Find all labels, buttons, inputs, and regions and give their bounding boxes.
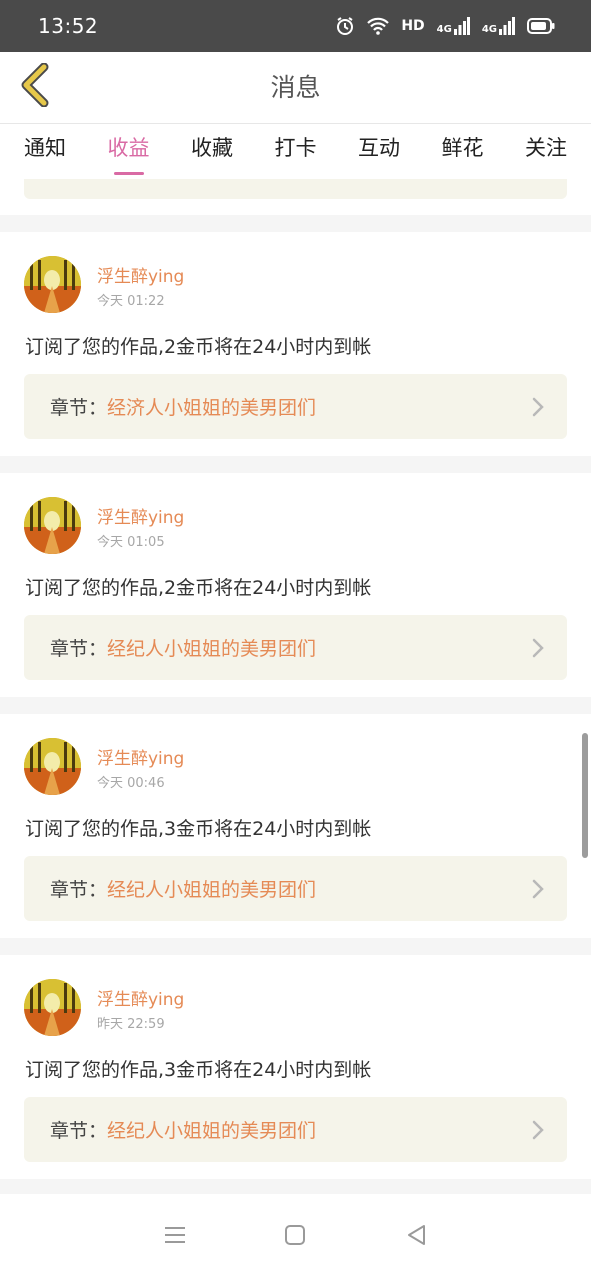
system-back-button[interactable]: [386, 1207, 446, 1267]
chapter-name: 经纪人小姐姐的美男团们: [107, 638, 317, 660]
tab-interaction[interactable]: 互动: [358, 124, 400, 179]
signal-label: 4G: [436, 24, 452, 35]
message-text: 订阅了您的作品,3金币将在24小时内到帐: [25, 818, 372, 840]
avatar[interactable]: [24, 497, 81, 554]
chapter-label: 章节：: [50, 638, 108, 660]
message-time: 今天 01:22: [97, 294, 165, 309]
tab-earnings[interactable]: 收益: [108, 124, 150, 179]
message-list[interactable]: 浮生醉ying 今天 01:22 订阅了您的作品,2金币将在24小时内到帐 章节…: [0, 179, 591, 1194]
chapter-box-partial[interactable]: [24, 179, 567, 199]
app-header: 消息: [0, 52, 591, 124]
chevron-right-icon: [531, 1119, 545, 1145]
message-time: 今天 00:46: [97, 776, 165, 791]
chapter-label: 章节：: [50, 1120, 108, 1142]
chevron-right-icon: [531, 396, 545, 422]
network-label: HD: [401, 18, 425, 34]
chapter-link[interactable]: 章节： 经纪人小姐姐的美男团们: [24, 856, 567, 921]
tab-notification[interactable]: 通知: [24, 124, 66, 179]
message-time: 昨天 22:59: [97, 1017, 165, 1032]
menu-button[interactable]: [145, 1207, 205, 1267]
tab-checkin[interactable]: 打卡: [275, 124, 317, 179]
status-icons: HD 4G 4G: [335, 16, 555, 36]
tab-favorites[interactable]: 收藏: [191, 124, 233, 179]
list-item: 浮生醉ying 昨天 22:59 订阅了您的作品,3金币将在24小时内到帐 章节…: [0, 955, 591, 1179]
message-text: 订阅了您的作品,2金币将在24小时内到帐: [25, 577, 372, 599]
signal-icon: 4G: [437, 17, 470, 35]
list-item: 浮生醉ying 今天 00:46 订阅了您的作品,3金币将在24小时内到帐 章节…: [0, 714, 591, 938]
list-item: 浮生醉ying 今天 01:05 订阅了您的作品,2金币将在24小时内到帐 章节…: [0, 473, 591, 697]
page-title: 消息: [270, 73, 321, 102]
message-text: 订阅了您的作品,2金币将在24小时内到帐: [25, 336, 372, 358]
status-time: 13:52: [38, 14, 99, 38]
signal-label: 4G: [481, 24, 497, 35]
list-item-partial: [0, 179, 591, 215]
chapter-link[interactable]: 章节： 经纪人小姐姐的美男团们: [24, 1097, 567, 1162]
alarm-icon: [335, 16, 355, 36]
home-button[interactable]: [265, 1207, 325, 1267]
menu-icon: [163, 1225, 187, 1249]
chevron-right-icon: [531, 878, 545, 904]
username[interactable]: 浮生醉ying: [97, 503, 184, 528]
avatar[interactable]: [24, 256, 81, 313]
chapter-label: 章节：: [50, 397, 108, 419]
username[interactable]: 浮生醉ying: [97, 985, 184, 1010]
username[interactable]: 浮生醉ying: [97, 262, 184, 287]
tab-flowers[interactable]: 鲜花: [442, 124, 484, 179]
avatar[interactable]: [24, 979, 81, 1036]
chapter-label: 章节：: [50, 879, 108, 901]
chevron-right-icon: [531, 637, 545, 663]
chapter-name: 经纪人小姐姐的美男团们: [107, 1120, 317, 1142]
scrollbar[interactable]: [582, 733, 588, 858]
wifi-icon: [367, 17, 390, 35]
tab-follow[interactable]: 关注: [525, 124, 567, 179]
battery-icon: [527, 18, 555, 34]
chapter-link[interactable]: 章节： 经纪人小姐姐的美男团们: [24, 615, 567, 680]
signal-icon: 4G: [482, 17, 515, 35]
username[interactable]: 浮生醉ying: [97, 744, 184, 769]
chapter-name: 经济人小姐姐的美男团们: [107, 397, 317, 419]
message-time: 今天 01:05: [97, 535, 165, 550]
avatar[interactable]: [24, 738, 81, 795]
list-item: 浮生醉ying 今天 01:22 订阅了您的作品,2金币将在24小时内到帐 章节…: [0, 232, 591, 456]
message-text: 订阅了您的作品,3金币将在24小时内到帐: [25, 1059, 372, 1081]
chapter-name: 经纪人小姐姐的美男团们: [107, 879, 317, 901]
back-icon: [405, 1223, 427, 1251]
chapter-link[interactable]: 章节： 经济人小姐姐的美男团们: [24, 374, 567, 439]
home-icon: [284, 1224, 306, 1250]
tab-bar: 通知 收益 收藏 打卡 互动 鲜花 关注: [0, 124, 591, 179]
navigation-bar: [0, 1194, 591, 1280]
status-bar: 13:52 HD 4G 4G: [0, 0, 591, 52]
